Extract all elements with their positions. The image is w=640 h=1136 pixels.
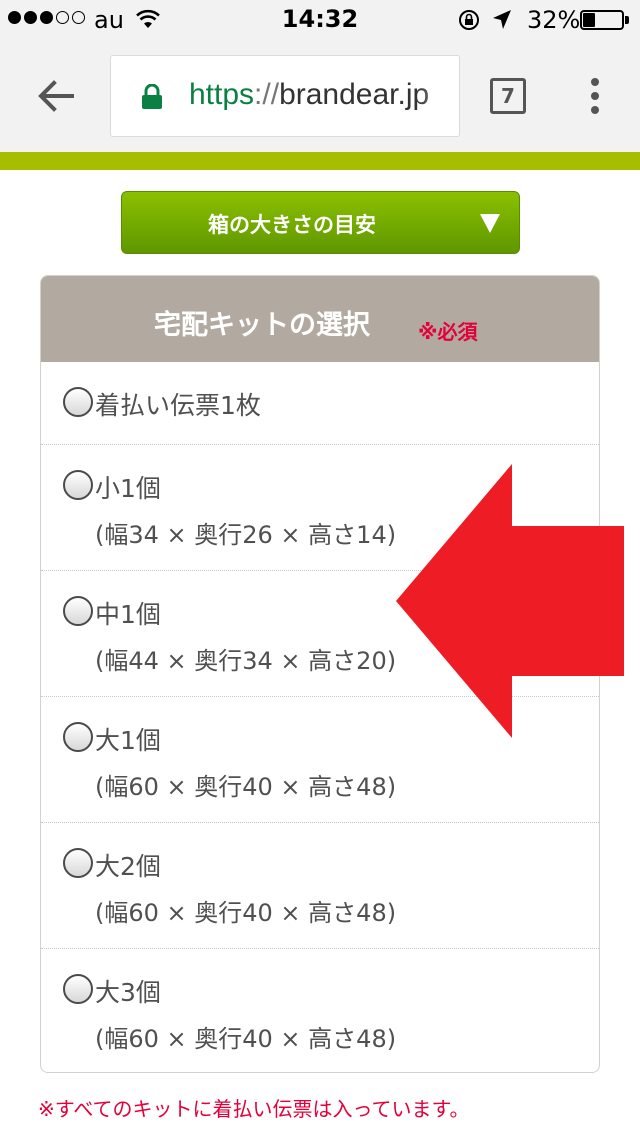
url-scheme: https <box>189 78 255 111</box>
option-label: 大2個 <box>95 852 161 881</box>
rotation-lock-icon <box>459 10 479 30</box>
back-arrow-icon[interactable] <box>36 76 76 116</box>
location-icon <box>493 10 511 29</box>
option-dimensions: (幅60 × 奥行40 × 高さ48) <box>95 773 397 801</box>
option-label: 大3個 <box>95 978 161 1007</box>
url-host: brandear.jp <box>279 78 430 111</box>
triangle-down-icon <box>480 214 500 233</box>
option-dimensions: (幅60 × 奥行40 × 高さ48) <box>95 1025 397 1053</box>
status-bar: au 14:32 32% <box>0 0 640 40</box>
option-dimensions: (幅60 × 奥行40 × 高さ48) <box>95 899 397 927</box>
option-4[interactable]: 大2個 (幅60 × 奥行40 × 高さ48) <box>41 822 599 948</box>
battery-percent: 32% <box>527 6 581 34</box>
browser-toolbar: https://brandear.jp 7 <box>0 40 640 152</box>
required-label: ※必須 <box>418 320 478 344</box>
battery-icon <box>580 10 630 30</box>
option-label: 大1個 <box>95 726 161 755</box>
tab-switcher-button[interactable]: 7 <box>490 78 526 114</box>
radio-button[interactable] <box>63 387 93 417</box>
option-label: 着払い伝票1枚 <box>95 391 261 420</box>
header-stripe <box>0 152 640 170</box>
radio-button[interactable] <box>63 470 93 500</box>
option-dimensions: (幅44 × 奥行34 × 高さ20) <box>95 647 397 675</box>
panel-title: 宅配キットの選択 <box>154 310 370 341</box>
url-separator: :// <box>254 78 280 111</box>
option-dimensions: (幅34 × 奥行26 × 高さ14) <box>95 521 397 549</box>
overflow-menu-icon[interactable] <box>590 78 600 114</box>
option-label: 小1個 <box>95 474 161 503</box>
radio-button[interactable] <box>63 722 93 752</box>
padlock-icon <box>142 84 162 109</box>
guide-button-label: 箱の大きさの目安 <box>208 213 376 237</box>
radio-button[interactable] <box>63 596 93 626</box>
option-label: 中1個 <box>95 600 161 629</box>
red-arrow-annotation <box>396 464 624 738</box>
radio-button[interactable] <box>63 848 93 878</box>
option-0[interactable]: 着払い伝票1枚 <box>41 362 599 444</box>
radio-button[interactable] <box>63 974 93 1004</box>
footnote: ※すべてのキットに着払い伝票は入っています。 <box>38 1097 470 1121</box>
address-bar[interactable]: https://brandear.jp <box>110 55 460 137</box>
url-text: https://brandear.jp <box>189 78 429 112</box>
option-5[interactable]: 大3個 (幅60 × 奥行40 × 高さ48) <box>41 948 599 1072</box>
box-size-guide-button[interactable]: 箱の大きさの目安 <box>121 191 520 254</box>
panel-header: 宅配キットの選択 ※必須 <box>41 276 599 362</box>
